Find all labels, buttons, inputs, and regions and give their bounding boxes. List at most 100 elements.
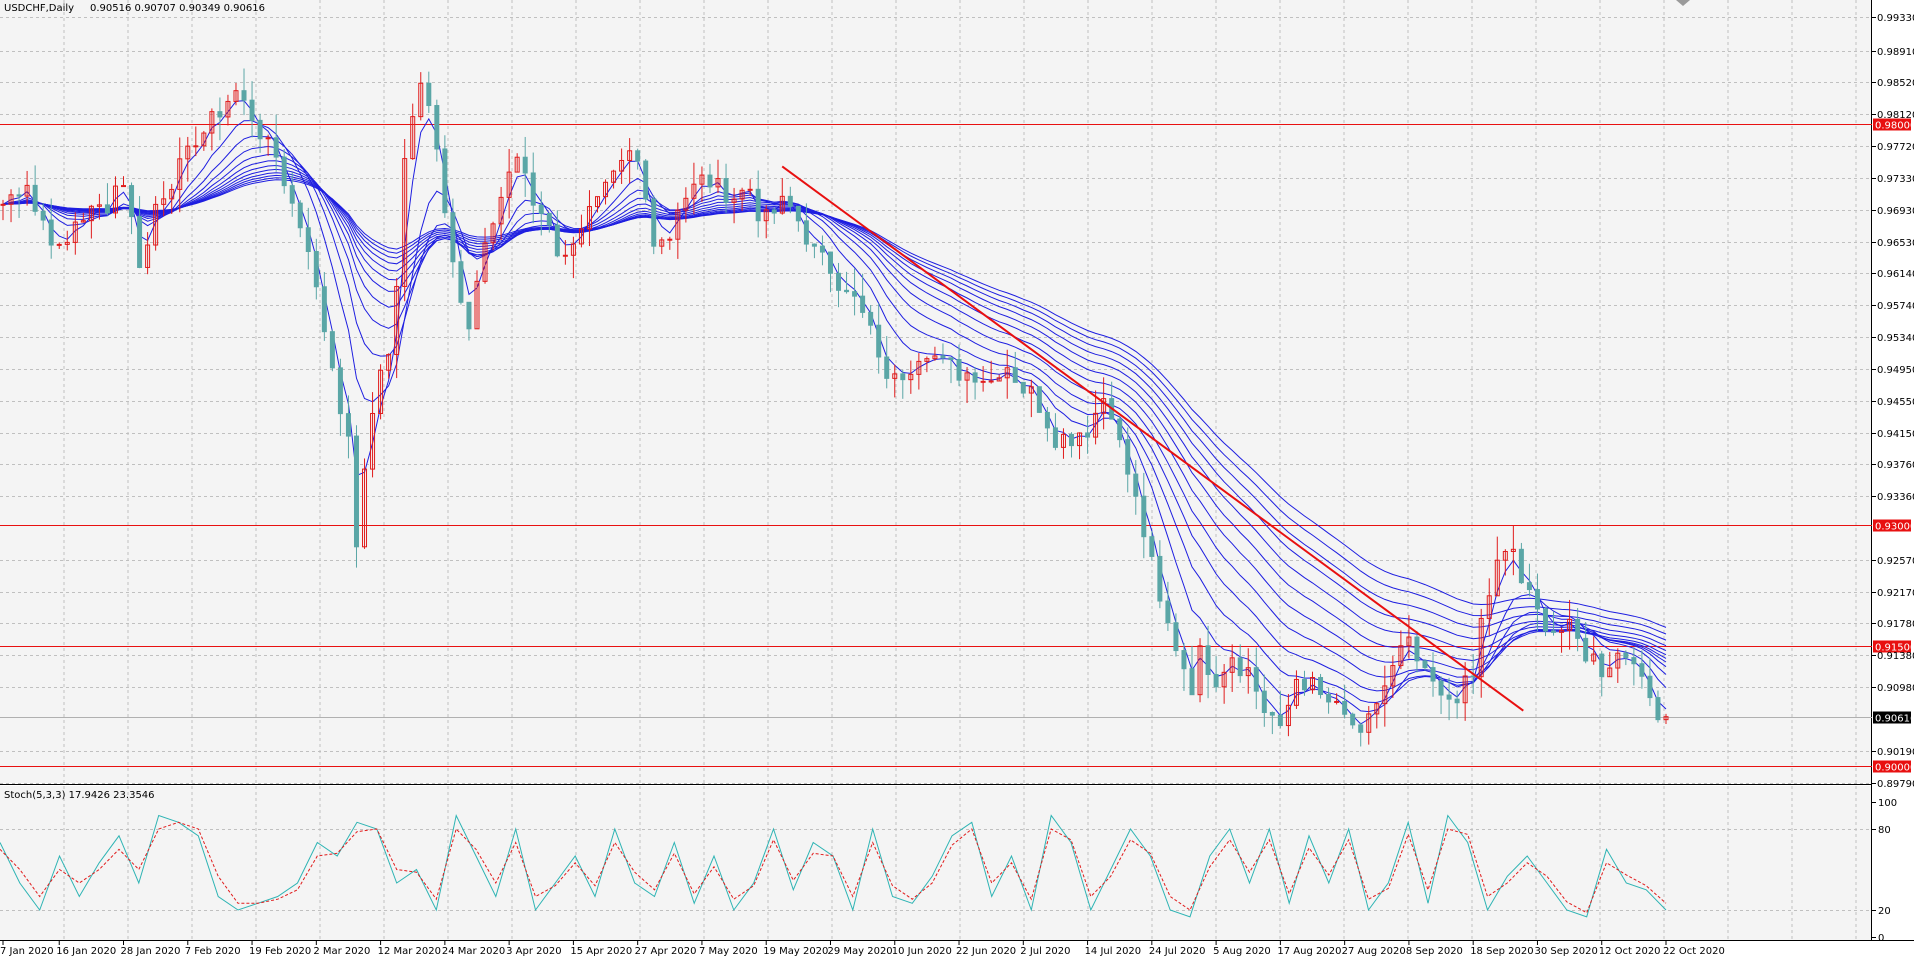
candle-body	[1012, 367, 1018, 383]
candle-body	[1599, 653, 1605, 678]
candle-body	[1655, 697, 1661, 721]
candle-body	[104, 204, 110, 214]
candle-body	[747, 188, 753, 191]
candle-body	[56, 243, 62, 246]
time-tick-label: 16 Jan 2020	[56, 946, 116, 957]
candle-body	[442, 148, 448, 214]
candle-body	[860, 295, 866, 313]
candle-body	[651, 198, 657, 247]
price-tick-label: 0.90190	[1877, 747, 1914, 758]
candle-body	[129, 185, 135, 218]
candle-body	[972, 372, 978, 383]
candle-body	[450, 212, 456, 263]
candle-body	[1430, 667, 1436, 682]
candle-body	[1623, 652, 1629, 659]
candle-body	[1583, 637, 1589, 662]
price-tick-label: 0.97720	[1877, 142, 1914, 153]
candle-body	[988, 380, 994, 383]
time-tick-label: 19 Feb 2020	[249, 946, 311, 957]
time-tick-label: 3 Apr 2020	[506, 946, 561, 957]
candle-body	[1085, 432, 1091, 438]
level-tag-label: 0.98000	[1875, 121, 1914, 132]
price-tick-label: 0.98120	[1877, 110, 1914, 121]
candle-body	[329, 331, 335, 369]
candle-body	[1181, 650, 1187, 670]
price-tick-label: 0.96530	[1877, 238, 1914, 249]
candle-body	[1301, 678, 1307, 691]
price-tick-label: 0.99330	[1877, 13, 1914, 24]
candle-body	[1173, 622, 1179, 652]
main-panel-background	[0, 0, 1872, 783]
price-tick-label: 0.94150	[1877, 429, 1914, 440]
time-tick-label: 17 Aug 2020	[1277, 946, 1341, 957]
candle-body	[1454, 698, 1460, 704]
candle-body	[795, 205, 801, 222]
candle-body	[1036, 386, 1042, 413]
candle-body	[121, 185, 127, 188]
candle	[643, 159, 649, 203]
candle-body	[249, 99, 255, 121]
stoch-tick-label: 20	[1878, 906, 1891, 917]
candle-body	[1044, 411, 1050, 429]
candle-body	[522, 156, 528, 174]
time-tick-label: 15 Apr 2020	[570, 946, 632, 957]
candle-body	[1358, 724, 1364, 733]
candle-body	[980, 380, 986, 383]
time-tick-label: 14 Jul 2020	[1085, 946, 1142, 957]
candle-body	[217, 111, 223, 118]
candle-body	[836, 272, 842, 291]
candle-body	[1261, 690, 1267, 714]
price-tick-label: 0.98520	[1877, 78, 1914, 89]
price-tick-label: 0.94950	[1877, 365, 1914, 376]
price-tick-label: 0.96930	[1877, 206, 1914, 217]
candle-body	[1526, 582, 1532, 591]
candle-body	[1205, 645, 1211, 675]
chart-window: 0.980000.930000.915000.900000.906160.993…	[0, 0, 1914, 959]
price-tick-label: 0.92570	[1877, 556, 1914, 567]
time-tick-label: 5 Aug 2020	[1213, 946, 1271, 957]
price-tick-label: 0.89790	[1877, 779, 1914, 790]
candle-body	[1213, 673, 1219, 688]
price-tick-label: 0.97330	[1877, 174, 1914, 185]
candle-body	[0, 203, 6, 206]
candle-body	[643, 160, 649, 200]
time-tick-label: 7 Jan 2020	[0, 946, 54, 957]
time-tick-label: 24 Mar 2020	[442, 946, 505, 957]
price-tick-label: 0.93360	[1877, 492, 1914, 503]
price-tick-label: 0.95340	[1877, 333, 1914, 344]
candle-body	[297, 202, 303, 229]
candle-body	[956, 359, 962, 381]
candle-body	[40, 210, 46, 221]
time-tick-label: 28 Jan 2020	[121, 946, 181, 957]
candle-body	[257, 119, 263, 140]
candle-body	[1446, 694, 1452, 700]
candle-body	[426, 82, 432, 107]
time-tick-label: 8 Sep 2020	[1406, 946, 1463, 957]
candle-body	[827, 251, 833, 274]
candle-body	[1639, 663, 1645, 677]
candle-body	[530, 172, 536, 206]
candle-body	[1052, 427, 1058, 448]
price-tick-label: 0.94550	[1877, 397, 1914, 408]
candle-body	[434, 105, 440, 150]
candle-body	[1068, 433, 1074, 447]
candle	[353, 425, 359, 568]
candle-body	[1551, 630, 1557, 633]
candle-body	[1318, 677, 1324, 696]
candle-body	[723, 178, 729, 203]
candle-body	[1020, 381, 1026, 394]
time-tick-label: 10 Jun 2020	[892, 946, 952, 957]
candle-body	[1518, 548, 1524, 584]
candle-body	[1149, 536, 1155, 557]
candle-body	[635, 150, 641, 162]
candle-body	[876, 324, 882, 358]
price-tick-label: 0.98910	[1877, 47, 1914, 58]
candle-body	[1125, 439, 1131, 475]
candle-body	[466, 301, 472, 330]
stoch-tick-label: 100	[1878, 798, 1897, 809]
time-tick-label: 7 May 2020	[699, 946, 758, 957]
candle-body	[458, 261, 464, 303]
price-tick-label: 0.91780	[1877, 619, 1914, 630]
candle-body	[667, 238, 673, 241]
stoch-tick-label: 0	[1878, 933, 1884, 944]
